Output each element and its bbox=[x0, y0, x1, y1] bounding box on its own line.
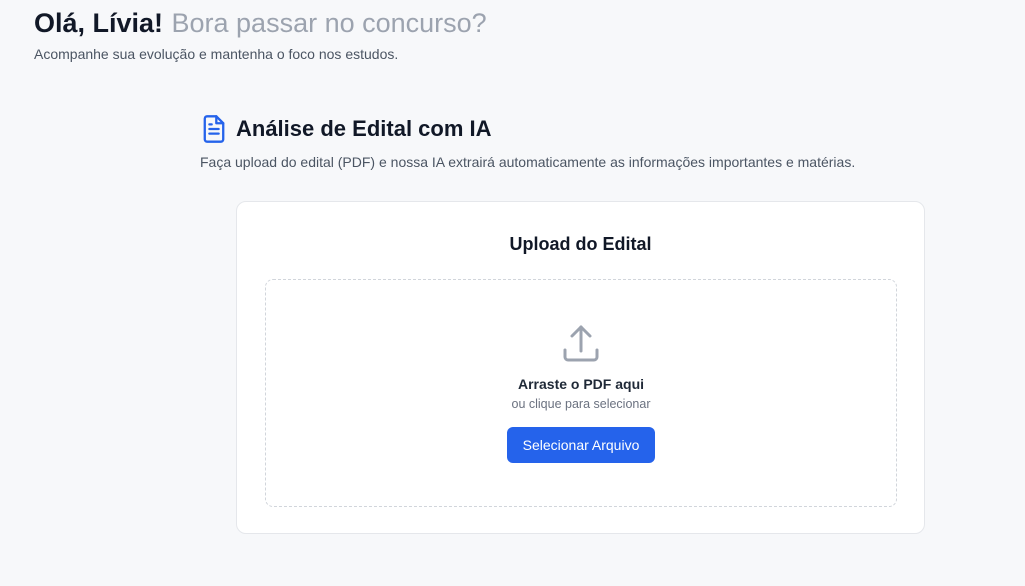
section-title: Análise de Edital com IA bbox=[236, 116, 492, 141]
select-file-button[interactable]: Selecionar Arquivo bbox=[507, 427, 655, 463]
section-header: Análise de Edital com IA bbox=[200, 114, 492, 144]
greeting-title: Olá, Lívia! bbox=[34, 8, 164, 38]
upload-card-title: Upload do Edital bbox=[509, 234, 652, 254]
page-header: Olá, Lívia! Bora passar no concurso? bbox=[34, 8, 487, 39]
document-icon bbox=[200, 114, 228, 144]
dropzone-subtitle: ou clique para selecionar bbox=[511, 397, 651, 411]
header-subtitle: Acompanhe sua evolução e mantenha o foco… bbox=[34, 46, 399, 62]
dashboard-page: Olá, Lívia! Bora passar no concurso? Aco… bbox=[0, 0, 1025, 586]
upload-icon bbox=[561, 324, 601, 364]
pdf-dropzone[interactable]: Arraste o PDF aqui ou clique para seleci… bbox=[265, 279, 897, 507]
greeting-tagline: Bora passar no concurso? bbox=[171, 8, 487, 38]
dropzone-title: Arraste o PDF aqui bbox=[517, 376, 645, 392]
upload-card: Upload do Edital Arraste o PDF aqui ou c… bbox=[236, 201, 925, 534]
section-description: Faça upload do edital (PDF) e nossa IA e… bbox=[200, 154, 856, 170]
